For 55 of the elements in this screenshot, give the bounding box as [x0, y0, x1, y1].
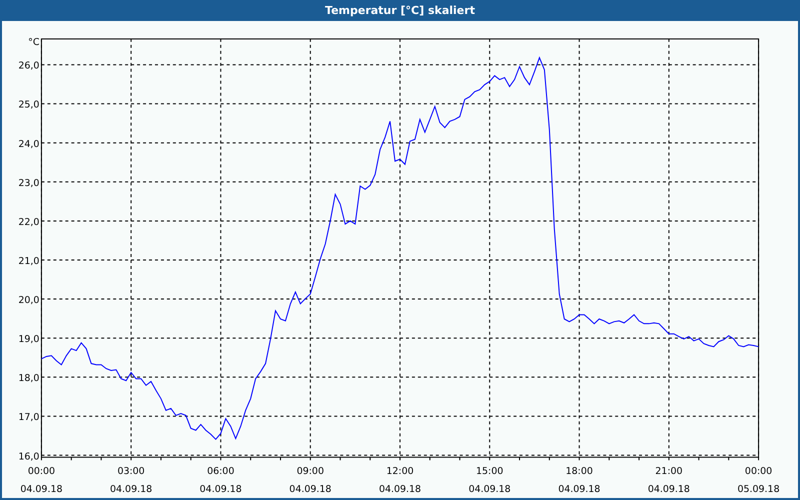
tick-mark [100, 456, 102, 461]
y-tick-label: 21,0 [18, 256, 40, 267]
tick-mark [668, 456, 670, 461]
tick-mark [758, 456, 760, 461]
tick-mark [489, 456, 490, 461]
x-tick-time: 03:00 [117, 466, 145, 478]
x-tick-time: 00:00 [744, 466, 772, 478]
tick-mark [370, 456, 371, 461]
tick-mark [578, 456, 580, 461]
y-tick-label: 22,0 [18, 216, 40, 228]
x-tick-date: 04.09.18 [648, 484, 690, 496]
y-tick-label: 16,0 [18, 451, 40, 462]
x-tick-date: 04.09.18 [110, 484, 152, 496]
x-tick-date: 05.09.18 [738, 484, 780, 496]
y-tick-label: 25,0 [18, 100, 40, 111]
x-tick-date: 04.09.18 [468, 484, 511, 496]
tick-mark [310, 456, 311, 461]
x-tick-time: 00:00 [28, 466, 56, 478]
x-tick-date: 04.09.18 [378, 484, 422, 496]
tick-mark [40, 456, 42, 461]
x-tick-time: 15:00 [476, 466, 504, 478]
y-tick-label: 19,0 [18, 334, 40, 346]
y-tick-label: 26,0 [18, 60, 40, 72]
tick-mark [519, 456, 520, 461]
x-tick-time: 06:00 [207, 466, 234, 478]
tick-mark [638, 456, 640, 461]
tick-mark [250, 456, 252, 461]
x-tick-date: 04.09.18 [20, 484, 62, 496]
tick-mark [70, 456, 72, 461]
y-tick-label: 17,0 [18, 412, 40, 424]
tick-mark [220, 456, 222, 461]
x-tick-time: 09:00 [296, 466, 324, 478]
y-tick-label: 20,0 [18, 294, 40, 306]
x-tick-date: 04.09.18 [200, 484, 242, 496]
tick-mark [190, 456, 192, 461]
x-tick-time: 21:00 [655, 466, 683, 478]
tick-mark [429, 456, 430, 461]
tick-mark [698, 456, 700, 461]
y-tick-label: 24,0 [18, 138, 40, 150]
window-title: Temperatur [°C] skaliert [325, 4, 475, 17]
x-tick-time: 12:00 [386, 466, 414, 478]
y-tick-label: 18,0 [18, 373, 40, 384]
tick-mark [728, 456, 730, 461]
tick-mark [130, 456, 132, 461]
y-axis-unit: °C [28, 36, 40, 48]
x-tick-date: 04.09.18 [558, 484, 600, 496]
tick-mark [459, 456, 460, 461]
tick-mark [608, 456, 610, 461]
tick-mark [160, 456, 162, 461]
y-tick-label: 23,0 [18, 178, 40, 189]
tick-mark [340, 456, 341, 461]
tick-mark [548, 456, 550, 461]
x-tick-date: 04.09.18 [289, 484, 332, 496]
tick-mark [280, 456, 281, 461]
x-tick-time: 18:00 [566, 466, 593, 478]
